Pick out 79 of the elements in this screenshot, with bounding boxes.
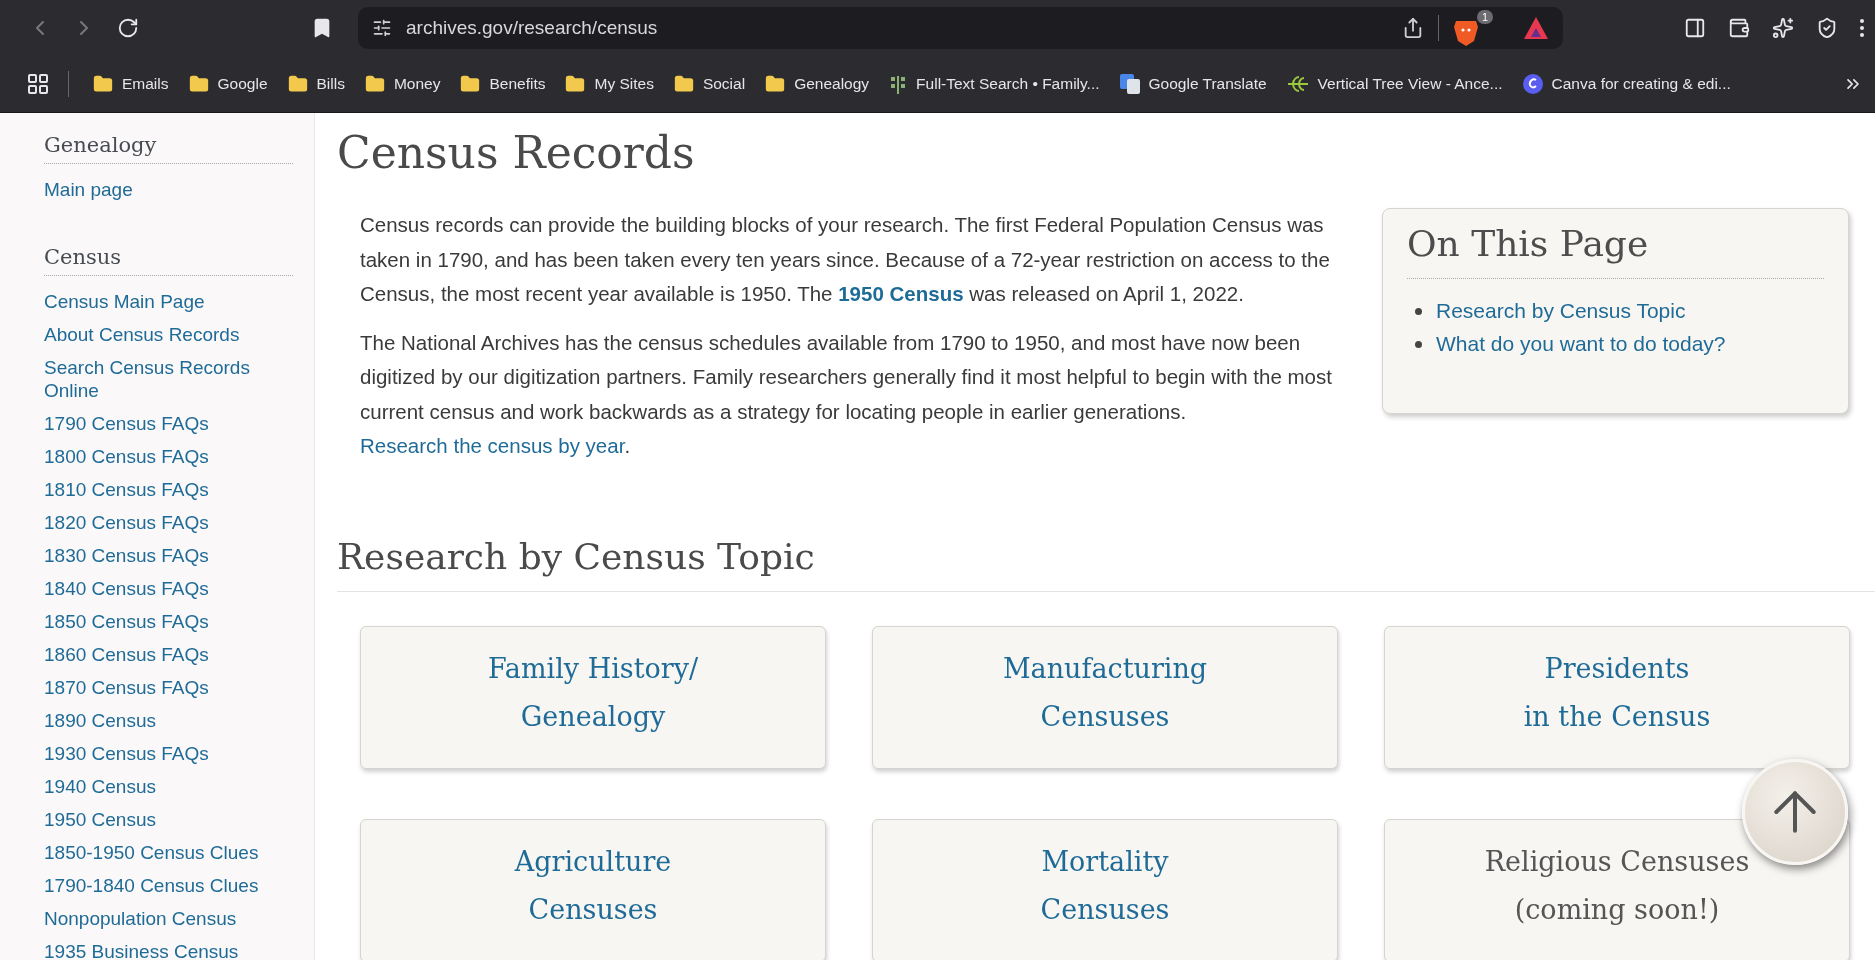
- sidebar-link[interactable]: 1800 Census FAQs: [44, 445, 274, 468]
- section-heading: Research by Census Topic: [337, 535, 1875, 592]
- sidebar-link[interactable]: 1790-1840 Census Clues: [44, 874, 274, 897]
- topic-card[interactable]: Mortality Censuses: [872, 818, 1338, 960]
- panel-icon: [1684, 17, 1706, 39]
- canva-logo-icon: [1522, 74, 1543, 94]
- sidebar-link[interactable]: 1850-1950 Census Clues: [44, 841, 274, 864]
- topic-card[interactable]: Family History/ Genealogy: [360, 625, 826, 769]
- sidebar-link[interactable]: 1890 Census: [44, 709, 274, 732]
- sidebar-link[interactable]: 1830 Census FAQs: [44, 544, 274, 567]
- sidebar-link[interactable]: 1930 Census FAQs: [44, 742, 274, 765]
- share-icon[interactable]: [1402, 17, 1424, 39]
- folder-icon: [287, 74, 308, 94]
- anchor-link[interactable]: Research by Census Topic: [1436, 299, 1686, 323]
- folder-icon: [565, 74, 586, 94]
- panel-title: On This Page: [1407, 223, 1824, 279]
- sidebar-heading: Genealogy: [44, 133, 293, 164]
- folder-icon: [673, 74, 694, 94]
- topic-card[interactable]: Agriculture Censuses: [360, 818, 826, 960]
- page-title: Census Records: [337, 127, 696, 178]
- intro-paragraph: Census records can provide the building blocks of your research. The first Federal Population Census was taken in 1790, and has been taken every ten years since. Because of a 72-year restriction on access to the Census, the most recent year available is 1950. The 1950 Census was released on April 1, 2022.: [360, 212, 1331, 307]
- shield-icon: [1816, 17, 1838, 39]
- bookmark-item[interactable]: Full-Text Search • Family...: [879, 68, 1110, 100]
- sidebar-link[interactable]: Search Census Records Online: [44, 356, 274, 402]
- sidebar-heading: Census: [44, 245, 293, 276]
- bookmark-item[interactable]: Vertical Tree View - Ance...: [1276, 69, 1513, 99]
- sidebar-link[interactable]: 1790 Census FAQs: [44, 412, 274, 435]
- anchor-link[interactable]: What do you want to do today?: [1436, 332, 1726, 356]
- translate-icon: [1119, 74, 1140, 94]
- bookmark-item[interactable]: Canva for creating & edi...: [1512, 68, 1741, 100]
- site-settings-icon[interactable]: [372, 18, 392, 38]
- shield-button[interactable]: 1: [1453, 10, 1493, 46]
- sidebar-link[interactable]: 1935 Business Census: [44, 940, 274, 960]
- sidebar-link[interactable]: Nonpopulation Census: [44, 907, 274, 930]
- bookmark-item[interactable]: Google Translate: [1109, 68, 1277, 100]
- bookmark-item[interactable]: Genealogy: [755, 68, 880, 100]
- url-text: archives.gov/research/census: [406, 17, 659, 39]
- leaf-icon: [1286, 75, 1309, 93]
- sidebar-link[interactable]: Census Main Page: [44, 290, 274, 313]
- bullet-icon: [1415, 307, 1422, 315]
- topic-card[interactable]: Presidents in the Census: [1384, 625, 1850, 769]
- wallet-icon: [1728, 17, 1750, 39]
- sidebar-link[interactable]: 1940 Census: [44, 775, 274, 798]
- menu-icon: [1860, 19, 1864, 37]
- folder-icon: [188, 74, 209, 94]
- bookmark-item[interactable]: My Sites: [555, 68, 664, 100]
- inline-link[interactable]: 1950 Census: [838, 282, 964, 305]
- inline-link[interactable]: Research the census by year: [360, 434, 625, 457]
- bookmark-item[interactable]: Emails: [83, 68, 179, 100]
- sidebar-link[interactable]: 1860 Census FAQs: [44, 643, 274, 666]
- reload-icon: [117, 17, 139, 39]
- sidebar-link[interactable]: 1840 Census FAQs: [44, 577, 274, 600]
- bookmark-item[interactable]: Google: [178, 68, 278, 100]
- topic-card: Religious Censuses (coming soon!): [1384, 818, 1850, 960]
- folder-icon: [364, 74, 385, 94]
- address-bar[interactable]: archives.gov/research/census 1: [358, 7, 1563, 49]
- folder-icon: [93, 74, 113, 94]
- sidebar-link[interactable]: 1810 Census FAQs: [44, 478, 274, 501]
- folder-icon: [765, 74, 786, 94]
- sparkle-icon: [1772, 17, 1794, 39]
- bookmark-item[interactable]: Money: [354, 68, 451, 100]
- sidebar-link[interactable]: 1950 Census: [44, 808, 274, 831]
- bookmark-item[interactable]: Benefits: [450, 68, 556, 100]
- folder-icon: [460, 74, 481, 94]
- triangle-logo-icon[interactable]: [1523, 16, 1549, 40]
- intro-paragraph: The National Archives has the census schedules available from 1790 to 1950, and most have now been digitized by our digitization partners. Family researchers generally find it most helpful to begin with the most current census and work backwards as a strategy for locating people in earlier generations. Research the census by year.: [360, 329, 1333, 459]
- topic-card[interactable]: Manufacturing Censuses: [872, 625, 1338, 769]
- bullet-icon: [1415, 340, 1422, 348]
- sidebar-link[interactable]: About Census Records: [44, 323, 274, 346]
- lion-shield-icon: [1453, 18, 1479, 46]
- grid-icon: [26, 72, 50, 96]
- bookmark-item[interactable]: Bills: [277, 68, 355, 100]
- tree-icon: [889, 74, 908, 94]
- sidebar-link[interactable]: 1850 Census FAQs: [44, 610, 274, 633]
- sidebar-link[interactable]: Main page: [44, 178, 274, 201]
- bookmark-item[interactable]: Social: [663, 68, 756, 100]
- sidebar-link[interactable]: 1870 Census FAQs: [44, 676, 274, 699]
- shield-count-badge: 1: [1476, 10, 1493, 24]
- sidebar-link[interactable]: 1820 Census FAQs: [44, 511, 274, 534]
